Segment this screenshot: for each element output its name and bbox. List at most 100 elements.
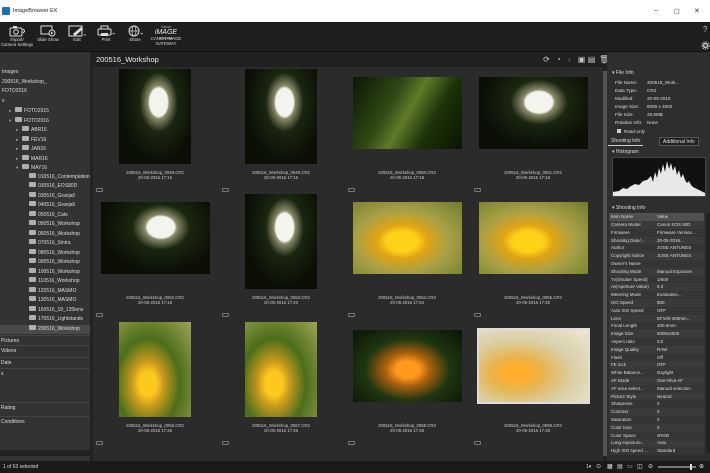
back-icon[interactable]: ‹ [565,55,574,64]
sidebar-item[interactable]: 170516_Lightstands [0,315,90,324]
zoom-slider-handle[interactable] [690,464,692,470]
maximize-button[interactable]: ◻ [674,7,680,15]
thumbnail-item[interactable]: 200516_Workshop_0055.CR2 20-05-2016 17:35 [473,194,599,320]
thumbnail-select-checkbox[interactable] [474,441,481,445]
sidebar-item[interactable]: FOTO2016 [0,87,90,96]
sidebar-section[interactable]: Date [0,357,90,367]
info-scrollbar[interactable] [706,213,710,453]
table-row[interactable]: Lens EF100-400mm... [609,315,704,323]
sidebar-item[interactable]: Images [0,68,90,77]
zoom-slider[interactable] [658,464,696,470]
table-row[interactable]: Contrast 0 [609,408,704,416]
sidebar-item[interactable]: 200516_Workshop_ [0,78,90,87]
list-view-icon[interactable]: ▤ [617,461,623,473]
table-row[interactable]: Focal Length 400.0mm [609,322,704,331]
preview-view-icon[interactable]: ▭ [627,461,633,473]
table-row[interactable]: Owner's Name [609,260,704,268]
thumbnail-item[interactable]: 200516_Workshop_0052.CR2 20-05-2016 17:19 [95,194,221,320]
thumbnail-image[interactable] [119,322,191,417]
table-row[interactable]: ISO Speed 800 [609,299,704,307]
sidebar-item[interactable]: 200516_Workshop [0,324,90,334]
sidebar-hscrollbar[interactable] [0,450,90,456]
sidebar-item[interactable]: ▾ FOTO2016 [0,116,90,125]
table-row[interactable]: Flash Off [609,353,704,362]
thumbnail-image[interactable] [353,330,462,402]
table-row[interactable]: Camera Model Canon EOS 80D [609,221,704,229]
sidebar-section[interactable]: Conditions [0,416,90,426]
histogram-header[interactable]: ▾ Histogram [607,148,710,156]
thumbnail-select-checkbox[interactable] [96,313,103,317]
thumbnail-item[interactable]: 200516_Workshop_0048.CR2 20-05-2016 17:15 [95,69,221,195]
sidebar-item[interactable]: s [0,97,90,106]
sidebar-item[interactable]: 100516_Workshop [0,267,90,277]
sidebar-item[interactable]: ▸ FEV16 [0,135,90,144]
thumbnail-select-checkbox[interactable] [96,188,103,192]
compare-icon[interactable]: ▣ [577,55,586,64]
screen-icon[interactable]: ▤ [587,55,596,64]
sidebar-item[interactable]: ▸ MAR16 [0,154,90,163]
thumbnail-image[interactable] [245,194,317,289]
help-icon[interactable]: ? [703,25,707,34]
import-camera-settings-button[interactable]: Import/ Camera Settings [0,24,34,51]
sidebar-section[interactable]: Pictures [0,335,90,345]
thumbnail-image[interactable] [479,202,588,274]
table-row[interactable]: Av(Aperture Value) 6.3 [609,283,704,291]
readonly-checkbox[interactable]: Read-only [617,128,710,136]
thumbnail-image[interactable] [101,202,210,274]
sidebar-item[interactable]: 090516_Workshop [0,258,90,267]
thumbnail-image[interactable] [245,322,317,417]
thumbnail-item[interactable]: 200516_Workshop_0050.CR2 20-05-2016 17:18 [347,69,473,195]
thumbnail-image[interactable] [353,202,462,274]
sidebar-item[interactable]: 130516_MASMO [0,296,90,305]
thumbnail-select-checkbox[interactable] [222,188,229,192]
sidebar-item[interactable]: ▸ ABR16 [0,125,90,134]
table-row[interactable]: Auto ISO Speed OFF [609,306,704,315]
thumbnail-select-checkbox[interactable] [222,313,229,317]
thumbnail-item[interactable]: 200516_Workshop_0058.CR2 20-05-2016 17:38 [347,322,473,448]
sidebar-item[interactable]: ▸ FOTO2015 [0,106,90,115]
sidebar-item[interactable]: 030516_EOS80D [0,182,90,191]
table-row[interactable]: Color Space sRGB [609,431,704,440]
thumbnail-image[interactable] [477,328,590,404]
minimize-button[interactable]: – [654,7,658,14]
table-row[interactable]: Tv(Shutter Speed) 1/500 [609,275,704,284]
shooting-info-header[interactable]: ▾ Shooting Info [607,204,710,212]
tab-additional-info[interactable]: Additional Info [659,137,699,146]
table-row[interactable]: Author JOSE ANTUNES [609,244,704,253]
file-info-header[interactable]: ▾ File Info [607,69,710,77]
table-row[interactable]: White Balance... Daylight [609,369,704,377]
table-row[interactable]: Copyright Notice JOSE ANTUNES [609,252,704,260]
sidebar-section[interactable]: Rating [0,402,90,412]
rotate-icon[interactable]: ⟳ [542,55,551,64]
compare-view-icon[interactable]: ◫ [637,461,643,473]
table-row[interactable]: High ISO speed ... Standard [609,447,704,455]
sidebar-item[interactable]: 070516_Sintra [0,239,90,248]
table-row[interactable]: Saturation 0 [609,416,704,424]
thumbnail-image[interactable] [245,69,317,164]
table-row[interactable]: Sharpness 0 [609,400,704,409]
sidebar-item[interactable]: 050516_Workshop [0,220,90,229]
table-row[interactable]: FE lock OFF [609,361,704,369]
table-row[interactable]: Shooting Mode Manual Exposure [609,268,704,276]
table-row[interactable]: Color tone 0 [609,424,704,432]
sidebar-item[interactable]: 060516_Workshop [0,229,90,239]
thumbnail-item[interactable]: 200516_Workshop_0051.CR2 20-05-2016 17:18 [473,69,599,195]
sort-order-icon[interactable]: 1▾ [586,461,591,473]
thumbnail-item[interactable]: 200516_Workshop_0059.CR2 20-05-2016 17:39 [473,322,599,448]
sidebar-section[interactable]: Videos [0,345,90,355]
fit-icon[interactable]: ⊙ [596,461,601,473]
sidebar-item[interactable]: ▸ JAN16 [0,144,90,153]
table-row[interactable]: AF area select... Manual selection [609,384,704,393]
table-row[interactable]: Image Size 6000x4000 [609,330,704,338]
table-row[interactable]: Metering Mode Evaluative... [609,291,704,299]
refresh-icon[interactable]: ◔ [554,55,563,64]
thumbnail-select-checkbox[interactable] [348,313,355,317]
thumbnail-select-checkbox[interactable] [348,441,355,445]
sidebar-item[interactable]: 120516_MASMO [0,286,90,296]
thumbnail-item[interactable]: 200516_Workshop_0056.CR2 20-05-2016 17:36 [95,322,221,448]
table-row[interactable]: Long exposure... Auto [609,439,704,447]
sidebar-item[interactable]: ▾ MAY16 [0,163,90,172]
thumbnail-image[interactable] [353,77,462,149]
tab-shooting-info[interactable]: Shooting Info [608,137,644,146]
share-button[interactable]: Share [118,24,152,51]
